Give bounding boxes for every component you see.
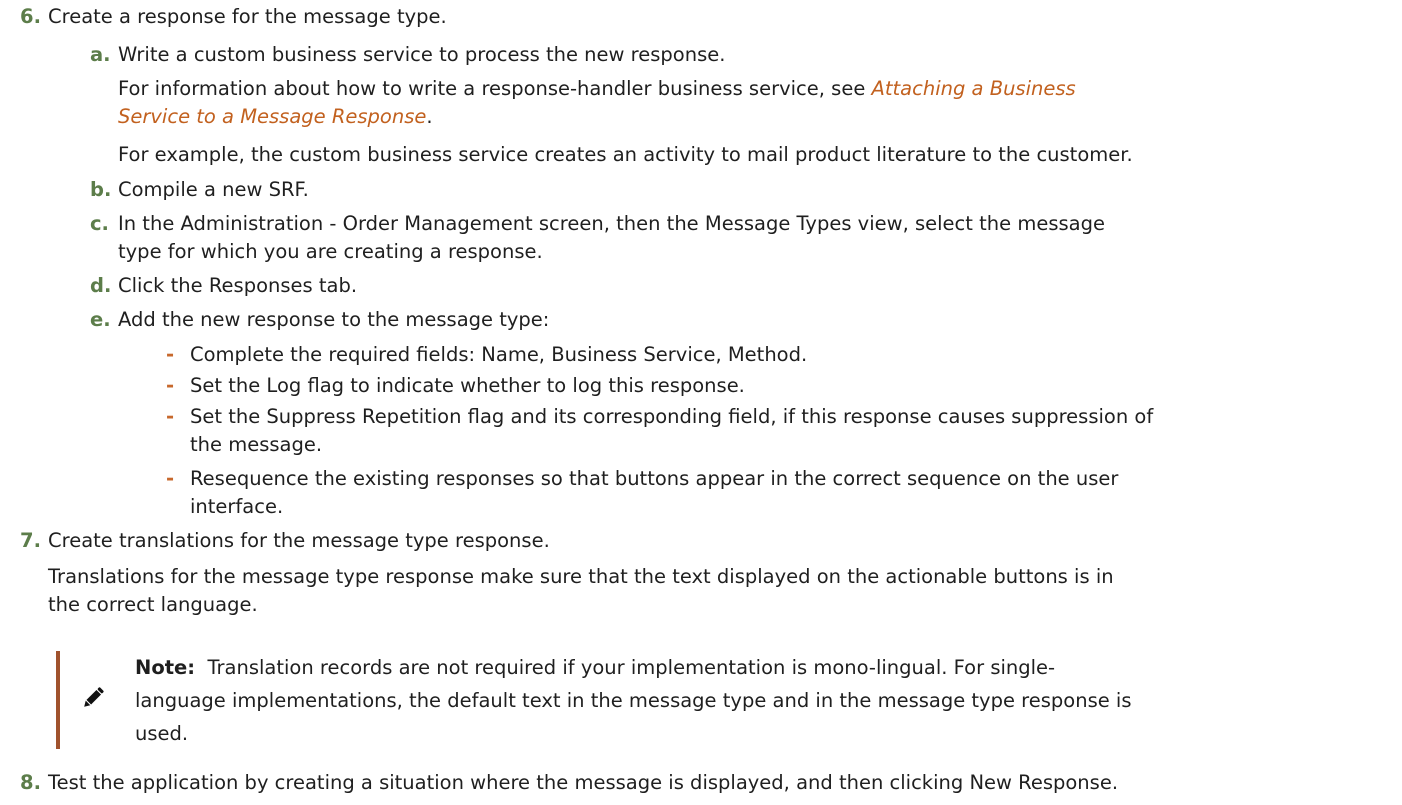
- step-6-number: 6.: [20, 5, 41, 28]
- substep-d-text: Click the Responses tab.: [118, 274, 358, 297]
- step-6-text: Create a response for the message type.: [48, 5, 447, 28]
- substep-a-label: a.: [90, 43, 111, 66]
- info-suffix: .: [426, 105, 433, 128]
- link-attaching-business-service[interactable]: Attaching a Business: [872, 77, 1076, 100]
- bullet-text: Complete the required fields: Name, Busi…: [190, 343, 808, 366]
- substep-d-label: d.: [90, 274, 112, 297]
- bullet-dash: -: [166, 467, 175, 490]
- bullet-text-cont: interface.: [190, 495, 284, 518]
- note-line3: used.: [135, 722, 189, 745]
- substep-a-example: For example, the custom business service…: [118, 143, 1133, 166]
- link-attaching-business-service-cont[interactable]: Service to a Message Response: [118, 105, 426, 128]
- note-line2: language implementations, the default te…: [135, 689, 1132, 712]
- bullet-text: Resequence the existing responses so tha…: [190, 467, 1119, 490]
- note-bar: [56, 651, 60, 749]
- step-8-text: Test the application by creating a situa…: [48, 771, 1119, 794]
- bullet-text-cont: the message.: [190, 433, 323, 456]
- bullet-dash: -: [166, 374, 175, 397]
- substep-c-line2: type for which you are creating a respon…: [118, 240, 543, 263]
- step-7-para-line1: Translations for the message type respon…: [48, 565, 1114, 588]
- substep-c-line1: In the Administration - Order Management…: [118, 212, 1105, 235]
- pencil-icon: [84, 687, 104, 707]
- substep-e-label: e.: [90, 308, 111, 331]
- bullet-text: Set the Log flag to indicate whether to …: [190, 374, 745, 397]
- bullet-dash: -: [166, 343, 175, 366]
- substep-c-label: c.: [90, 212, 109, 235]
- substep-a-info-line1: For information about how to write a res…: [118, 75, 1076, 103]
- info-text: For information about how to write a res…: [118, 77, 872, 100]
- substep-e-text: Add the new response to the message type…: [118, 308, 550, 331]
- step-7-text: Create translations for the message type…: [48, 529, 550, 552]
- step-7-number: 7.: [20, 529, 41, 552]
- substep-a-info-line2: Service to a Message Response.: [118, 103, 433, 131]
- substep-b-text: Compile a new SRF.: [118, 178, 309, 201]
- step-8-number: 8.: [20, 771, 41, 794]
- step-7-para-line2: the correct language.: [48, 593, 258, 616]
- substep-b-label: b.: [90, 178, 112, 201]
- note-text: Translation records are not required if …: [207, 656, 1056, 679]
- substep-a-text: Write a custom business service to proce…: [118, 43, 726, 66]
- bullet-dash: -: [166, 405, 175, 428]
- note-label: Note:: [135, 656, 196, 679]
- document-page: 6. Create a response for the message typ…: [0, 0, 1402, 805]
- bullet-text: Set the Suppress Repetition flag and its…: [190, 405, 1154, 428]
- note-line1: Note: Translation records are not requir…: [135, 654, 1055, 682]
